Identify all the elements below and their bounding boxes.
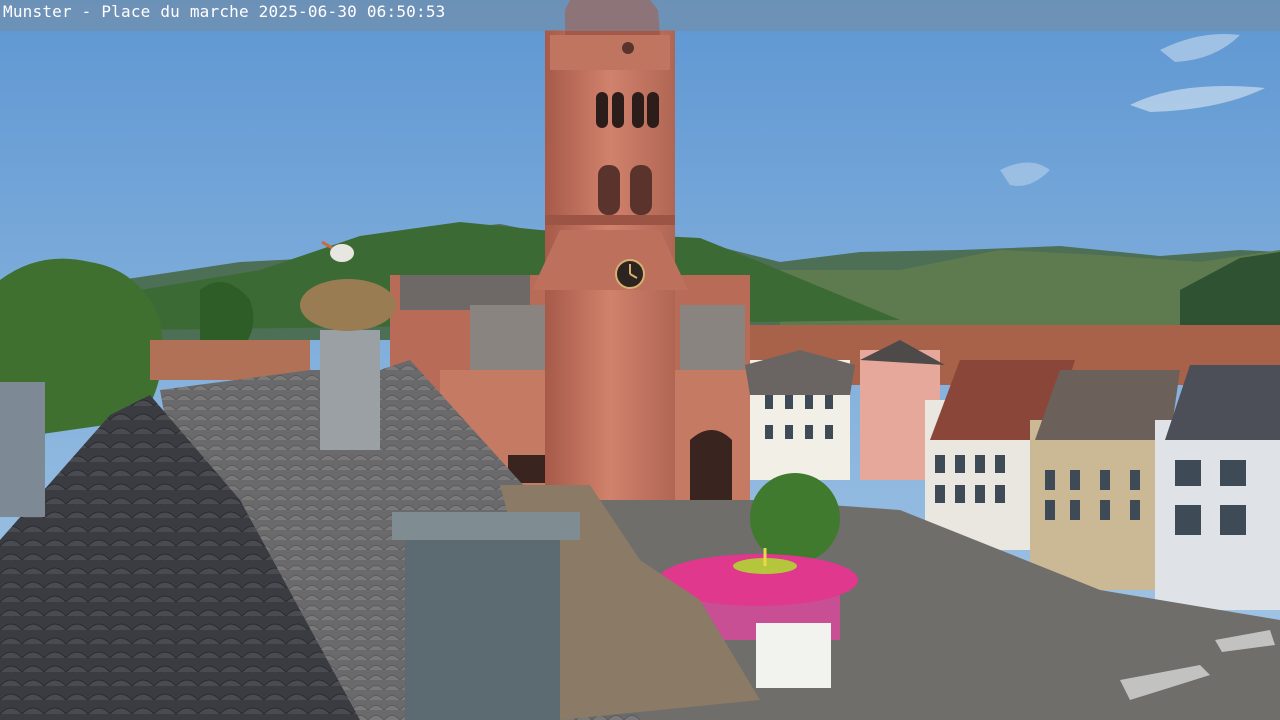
stork-nest: [300, 279, 396, 331]
camera-caption: Munster - Place du marche 2025-06-30 06:…: [3, 2, 446, 22]
webcam-scene: [0, 0, 1280, 720]
clock-face-icon: [615, 259, 645, 289]
camera-overlay-bar: Munster - Place du marche 2025-06-30 06:…: [0, 0, 1280, 31]
white-kiosk: [756, 623, 831, 688]
location-label: Munster - Place du marche: [3, 2, 249, 21]
timestamp-label: 2025-06-30 06:50:53: [258, 2, 446, 21]
stork-chimney: [320, 330, 380, 450]
house: [1155, 420, 1280, 610]
stork: [330, 244, 354, 262]
church-roof: [400, 275, 530, 310]
front-chimney: [405, 535, 560, 720]
